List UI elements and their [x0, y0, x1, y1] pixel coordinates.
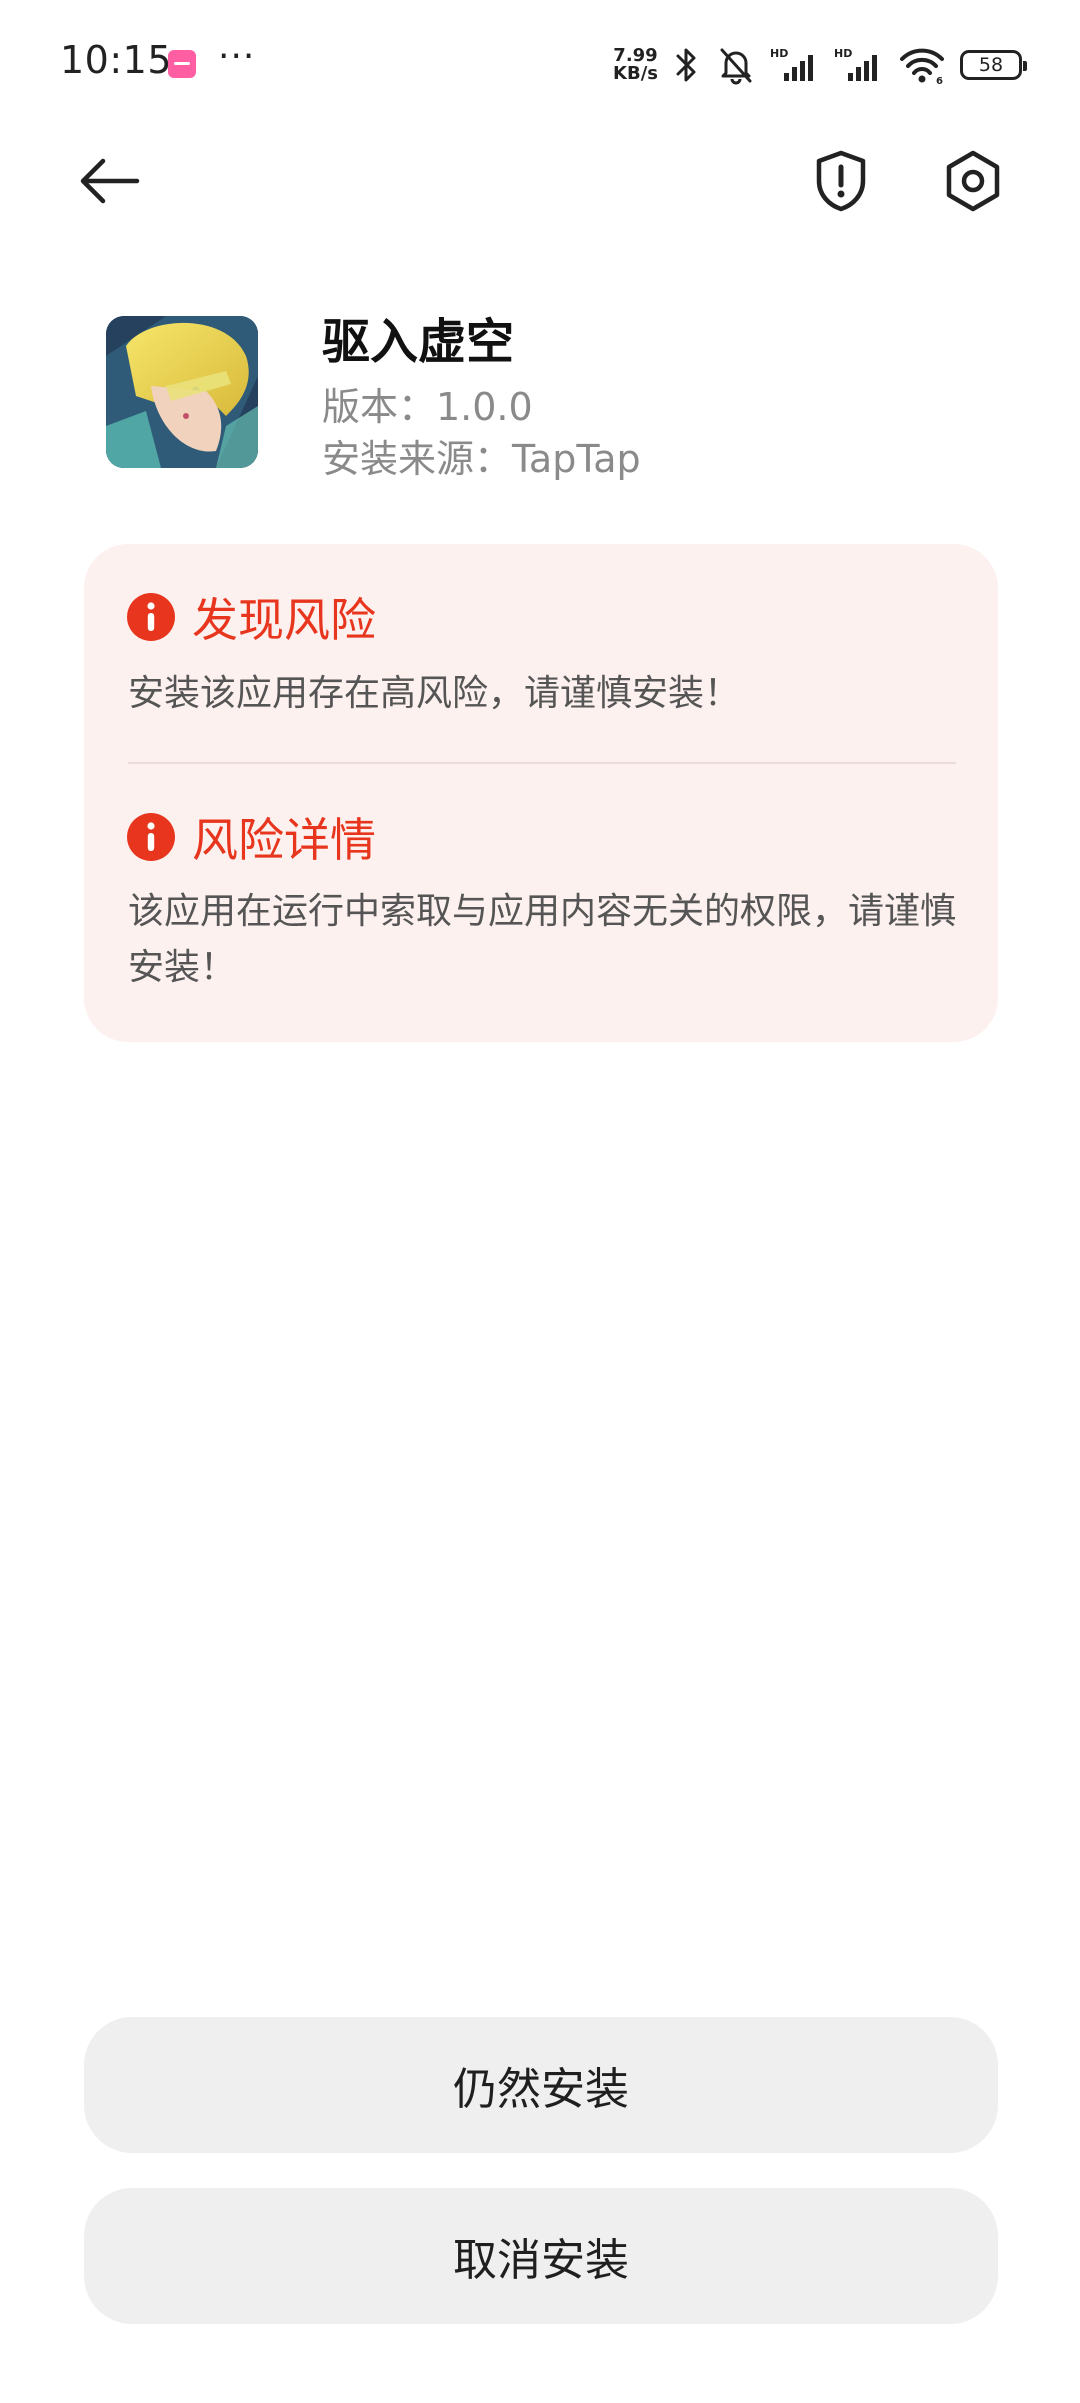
more-notifications: ··· — [218, 36, 256, 77]
bluetooth-icon — [676, 48, 696, 82]
risk-found-text: 安装该应用存在高风险，请谨慎安装！ — [128, 673, 741, 714]
warning-icon — [127, 813, 175, 861]
risk-card: 发现风险 安装该应用存在高风险，请谨慎安装！ 风险详情 该应用在运行中索取与应用… — [84, 544, 998, 1042]
divider — [128, 762, 956, 764]
back-arrow-icon — [80, 158, 140, 204]
mute-icon — [720, 48, 752, 85]
app-name: 驱入虚空 — [322, 314, 515, 370]
app-artwork-icon — [106, 316, 258, 468]
install-source: 安装来源：TapTap — [322, 437, 641, 481]
install-anyway-button[interactable]: 仍然安装 — [84, 2017, 998, 2153]
warning-icon — [127, 593, 175, 641]
risk-detail-title: 风险详情 — [192, 813, 376, 867]
security-button[interactable] — [796, 136, 886, 226]
risk-detail-header: 风险详情 — [126, 804, 376, 870]
svg-text:HD: HD — [770, 47, 788, 60]
battery-level: 58 — [978, 54, 1004, 76]
svg-text:HD: HD — [834, 47, 852, 60]
back-button[interactable] — [64, 136, 154, 226]
app-icon — [106, 316, 258, 468]
settings-icon — [946, 150, 1000, 212]
risk-found-header: 发现风险 — [126, 584, 376, 650]
battery-icon: 58 — [960, 50, 1027, 80]
status-time: 10:15 — [60, 38, 173, 82]
network-speed-unit: KB/s — [613, 63, 658, 84]
signal-hd-icon: HD — [834, 47, 877, 81]
settings-button[interactable] — [928, 136, 1018, 226]
app-version: 版本：1.0.0 — [322, 385, 533, 429]
wifi-icon: 6 — [900, 48, 944, 85]
status-icons: 7.99 KB/s HD HD 6 58 — [613, 40, 1027, 90]
risk-detail-text: 该应用在运行中索取与应用内容无关的权限，请谨慎安装！ — [128, 891, 957, 988]
status-bar: 10:15 ··· 7.99 KB/s HD HD 6 58 — [0, 0, 1080, 130]
signal-hd-icon: HD — [770, 47, 813, 81]
risk-found-title: 发现风险 — [192, 593, 376, 647]
notification-app-icon — [168, 50, 196, 78]
cancel-install-button[interactable]: 取消安装 — [84, 2188, 998, 2324]
network-speed: 7.99 KB/s — [613, 47, 658, 83]
svg-text:6: 6 — [936, 76, 943, 85]
shield-warning-icon — [816, 150, 866, 212]
